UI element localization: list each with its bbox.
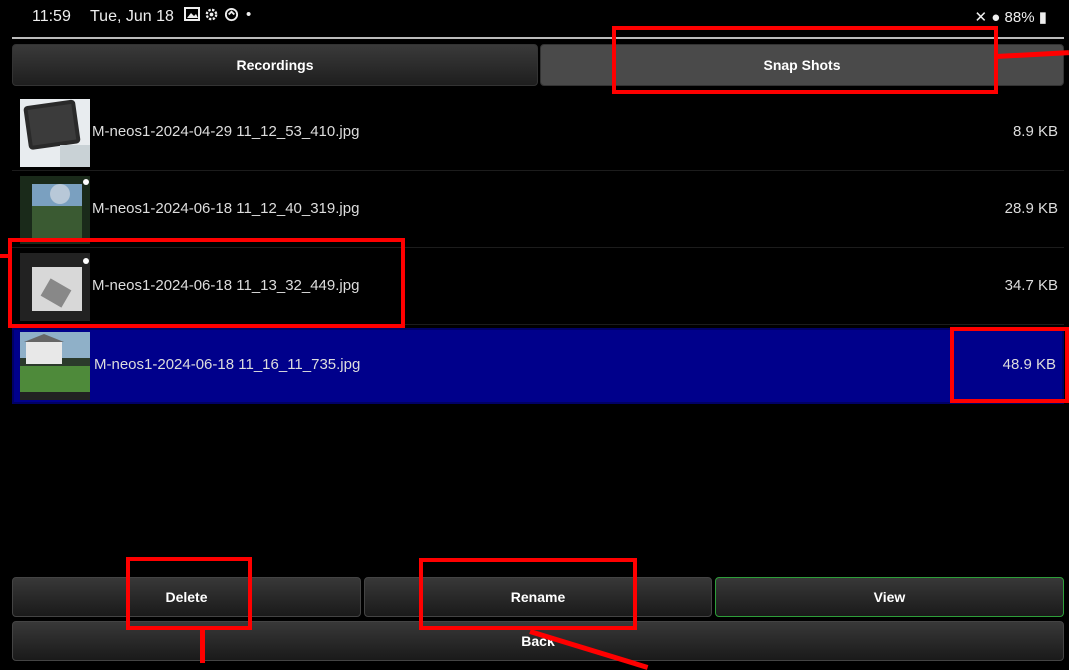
annotation-highlight-rename	[419, 558, 637, 630]
battery-icon: ▮	[1038, 9, 1047, 26]
gallery-icon	[184, 7, 200, 25]
file-size: 8.9 KB	[1012, 123, 1058, 140]
annotation-pointer-line	[200, 630, 205, 663]
view-button[interactable]: View	[715, 577, 1064, 617]
file-size: 34.7 KB	[1004, 277, 1058, 294]
notification-dot-icon: •	[246, 6, 252, 23]
file-name: M-neos1-2024-06-18 11_12_40_319.jpg	[92, 200, 360, 217]
location-icon: ●	[991, 9, 1001, 26]
thumbnail-image	[20, 332, 90, 400]
file-name: M-neos1-2024-04-29 11_12_53_410.jpg	[92, 123, 360, 140]
status-right: ✕ ● 88% ▮	[975, 8, 1047, 26]
list-item[interactable]: M-neos1-2024-06-18 11_12_40_319.jpg 28.9…	[12, 172, 1064, 248]
annotation-pointer-line	[0, 254, 10, 258]
settings-icon	[204, 7, 219, 26]
list-item[interactable]: M-neos1-2024-04-29 11_12_53_410.jpg 8.9 …	[12, 95, 1064, 171]
mute-icon: ✕	[974, 9, 988, 26]
annotation-highlight-file-row	[8, 238, 405, 328]
tab-recordings[interactable]: Recordings	[12, 44, 538, 86]
tab-recordings-label: Recordings	[236, 57, 314, 73]
file-name: M-neos1-2024-06-18 11_16_11_735.jpg	[94, 356, 361, 373]
status-date: Tue, Jun 18	[90, 8, 174, 25]
annotation-highlight-delete	[126, 557, 252, 630]
thumbnail-image	[20, 176, 90, 244]
file-size: 28.9 KB	[1004, 200, 1058, 217]
battery-level: 88%	[1004, 9, 1035, 26]
thumbnail-image	[20, 99, 90, 167]
status-time: 11:59	[32, 8, 71, 25]
view-label: View	[873, 589, 906, 605]
annotation-highlight-file-size	[950, 327, 1069, 403]
sync-icon	[224, 7, 239, 26]
list-item-selected[interactable]: M-neos1-2024-06-18 11_16_11_735.jpg 48.9…	[12, 328, 1064, 404]
annotation-highlight-snapshots-tab	[612, 26, 998, 94]
